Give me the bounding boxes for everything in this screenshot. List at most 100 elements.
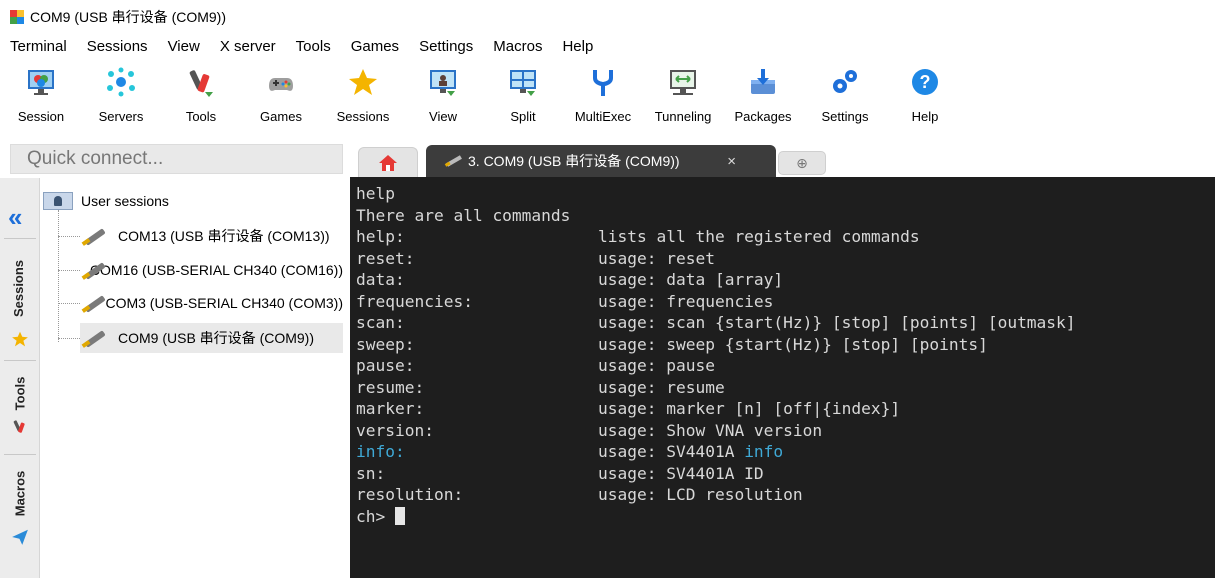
settings-button[interactable]: Settings — [822, 62, 868, 134]
tree-connector — [58, 210, 59, 342]
tab-title: 3. COM9 (USB 串行设备 (COM9)) — [468, 153, 680, 169]
command-name: resume: — [356, 377, 425, 397]
quick-connect-placeholder: Quick connect... — [27, 148, 164, 169]
home-icon — [379, 154, 397, 171]
tools-button[interactable]: Tools — [184, 62, 218, 134]
collapse-double-chevron-icon[interactable]: « — [8, 202, 22, 233]
session-item-com3[interactable]: COM3 (USB-SERIAL CH340 (COM3)) — [80, 288, 343, 318]
menu-tools[interactable]: Tools — [296, 38, 331, 55]
session-button[interactable]: Session — [18, 62, 64, 134]
menu-games[interactable]: Games — [351, 38, 399, 55]
mobaxterm-app-icon — [10, 10, 24, 24]
split-window-icon — [510, 70, 536, 96]
command-usage: usage: SV4401A ID — [598, 463, 764, 483]
user-folder-icon — [43, 192, 73, 210]
close-icon[interactable]: × — [727, 153, 736, 170]
star-icon — [12, 331, 28, 347]
servers-network-icon — [107, 67, 135, 97]
command-name-highlighted: info: — [356, 442, 405, 461]
command-usage: usage: marker [n] [off|{index}] — [598, 399, 901, 418]
svg-text:?: ? — [920, 72, 931, 92]
terminal-line: scan: usage: scan {start(Hz)} [stop] [poi… — [356, 312, 1215, 334]
command-usage: usage: frequencies — [598, 291, 774, 311]
help-button[interactable]: ? Help — [908, 62, 942, 134]
menu-settings[interactable]: Settings — [419, 38, 473, 55]
tools-icon — [189, 70, 213, 97]
plus-icon: ⊕ — [796, 154, 808, 171]
terminal-output[interactable]: help There are all commands help: lists all… — [350, 177, 1215, 578]
packages-download-icon — [751, 69, 775, 94]
user-sessions-folder[interactable]: User sessions — [43, 192, 169, 210]
terminal-line: There are all commands — [356, 205, 1215, 227]
command-usage: usage: LCD resolution — [598, 485, 803, 504]
menu-help[interactable]: Help — [562, 38, 593, 55]
macros-rail-tab[interactable]: Macros — [12, 471, 27, 517]
menu-macros[interactable]: Macros — [493, 38, 542, 55]
terminal-command: help — [356, 184, 395, 203]
split-button[interactable]: Split — [506, 62, 540, 134]
sessions-rail-tab[interactable]: Sessions — [11, 260, 26, 317]
terminal-line: resume: usage: resume — [356, 377, 1215, 399]
session-item-label: COM3 (USB-SERIAL CH340 (COM3)) — [105, 295, 343, 311]
session-item-label: COM16 (USB-SERIAL CH340 (COM16)) — [89, 262, 343, 278]
terminal-line: pause: usage: pause — [356, 355, 1215, 377]
terminal-prompt-line: ch> — [356, 506, 1215, 528]
title-bar: COM9 (USB 串行设备 (COM9)) — [0, 0, 1215, 34]
terminal-line: reset: usage: reset — [356, 248, 1215, 270]
command-usage: usage: SV4401A — [598, 442, 745, 461]
tree-connector — [58, 303, 80, 304]
star-icon — [349, 69, 377, 95]
command-usage: usage: pause — [598, 356, 715, 375]
quick-connect-input[interactable]: Quick connect... — [10, 144, 343, 174]
side-rail: « Sessions Tools Macros — [0, 178, 40, 578]
multiexec-button[interactable]: MultiExec — [575, 62, 631, 134]
menu-sessions[interactable]: Sessions — [87, 38, 148, 55]
terminal-line: sn: usage: SV4401A ID — [356, 463, 1215, 485]
session-item-com13[interactable]: COM13 (USB 串行设备 (COM13)) — [80, 221, 343, 251]
servers-button[interactable]: Servers — [99, 62, 143, 134]
menu-x-server[interactable]: X server — [220, 38, 276, 55]
serial-port-icon — [80, 291, 97, 315]
serial-port-icon — [80, 326, 110, 350]
command-name: data: — [356, 270, 405, 289]
tools-rail-tab[interactable]: Tools — [12, 377, 27, 411]
terminal-line: version: usage: Show VNA version — [356, 420, 1215, 442]
terminal-message: There are all commands — [356, 205, 571, 225]
gamepad-icon — [269, 78, 293, 91]
serial-port-icon — [80, 258, 82, 282]
rail-divider — [4, 360, 36, 361]
tab-com9[interactable]: 3. COM9 (USB 串行设备 (COM9)) × — [426, 145, 776, 177]
command-name: marker: — [356, 399, 425, 418]
sessions-button[interactable]: Sessions — [337, 62, 389, 134]
command-usage: usage: scan {start(Hz)} [stop] [points] … — [598, 313, 1076, 332]
view-monitor-icon — [430, 70, 456, 96]
new-tab-button[interactable]: ⊕ — [778, 151, 826, 175]
terminal-cursor — [394, 506, 405, 525]
command-usage-highlight: info — [744, 442, 784, 461]
gears-icon — [833, 70, 857, 93]
send-arrow-icon — [12, 529, 28, 545]
terminal-line: frequencies: usage: frequencies — [356, 291, 1215, 313]
command-name: pause: — [356, 356, 415, 375]
command-name: scan: — [356, 313, 405, 332]
terminal-line: help: lists all the registered commands — [356, 226, 1215, 248]
terminal-prompt: ch> — [356, 506, 395, 526]
tab-bar: 3. COM9 (USB 串行设备 (COM9)) × ⊕ — [350, 142, 1215, 177]
help-question-icon: ? — [912, 69, 938, 95]
terminal-line: help — [356, 183, 1215, 205]
games-button[interactable]: Games — [260, 62, 302, 134]
command-usage: lists all the registered commands — [598, 227, 920, 246]
home-tab[interactable] — [358, 147, 418, 177]
session-item-com9[interactable]: COM9 (USB 串行设备 (COM9)) — [80, 323, 343, 353]
menu-terminal[interactable]: Terminal — [10, 38, 67, 55]
menu-view[interactable]: View — [168, 38, 200, 55]
terminal-line: marker: usage: marker [n] [off|{index}] — [356, 398, 1215, 420]
command-usage: usage: data [array] — [598, 270, 784, 289]
view-button[interactable]: View — [426, 62, 460, 134]
sessions-panel: User sessions COM13 (USB 串行设备 (COM13)) C… — [40, 178, 343, 578]
tunneling-button[interactable]: Tunneling — [655, 62, 711, 134]
tree-root-label: User sessions — [81, 193, 169, 209]
packages-button[interactable]: Packages — [734, 62, 792, 134]
session-item-com16[interactable]: COM16 (USB-SERIAL CH340 (COM16)) — [80, 255, 343, 285]
rail-divider — [4, 454, 36, 455]
